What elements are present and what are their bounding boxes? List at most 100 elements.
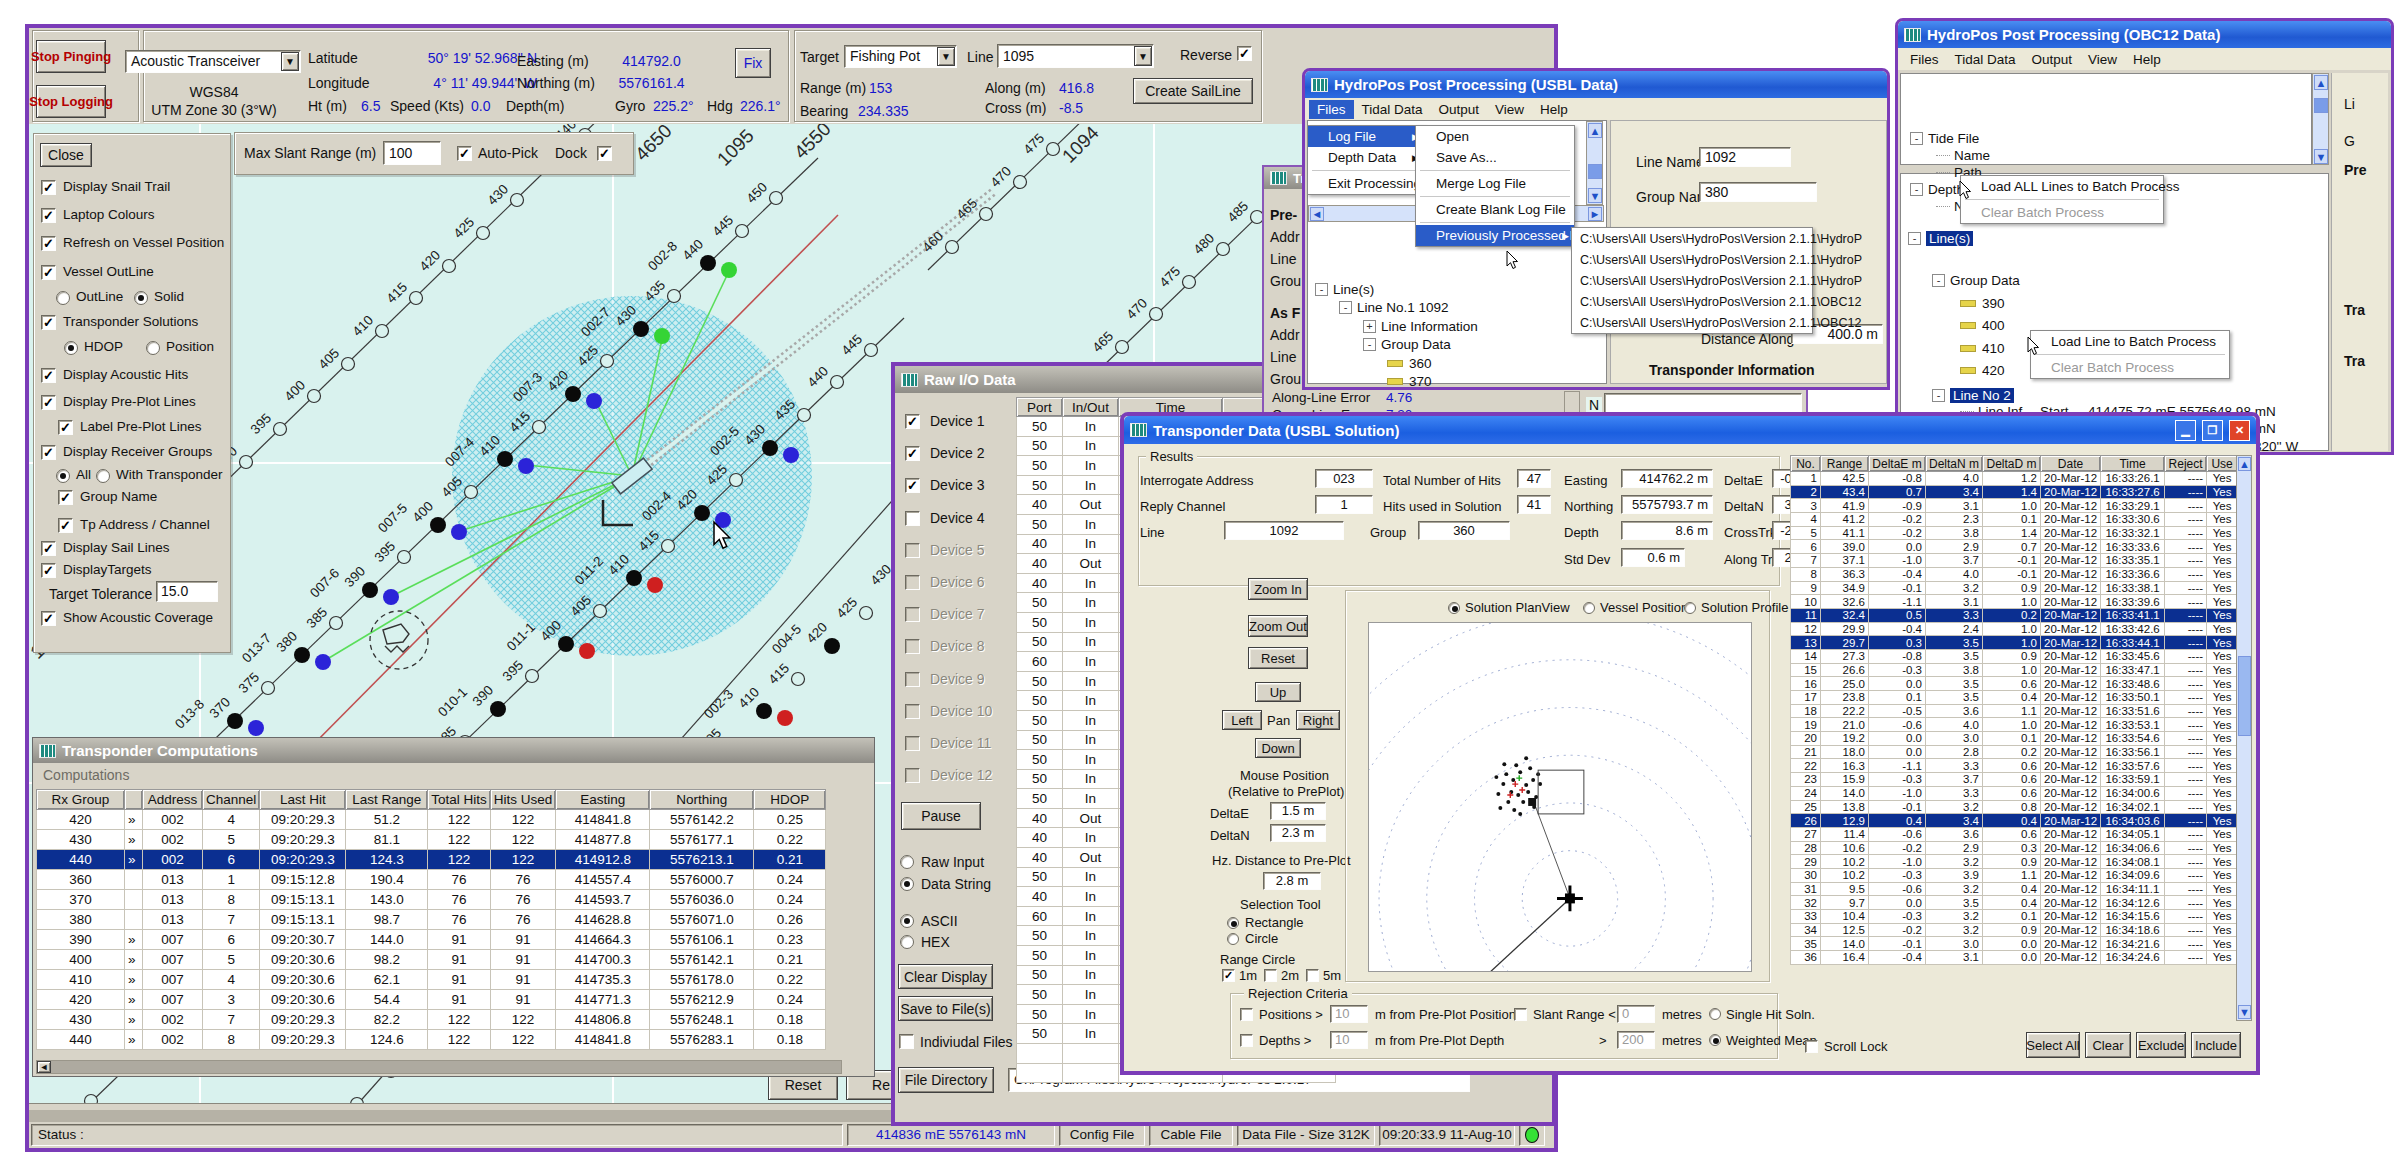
device-checkbox[interactable] [905,704,920,719]
scroll-lock-checkbox[interactable] [1805,1040,1818,1053]
table-row[interactable]: 1032.6-1.13.11.020-Mar-1216:33:39.6----Y… [1791,595,2238,609]
positions-checkbox[interactable] [1240,1008,1253,1021]
table-row[interactable]: 3514.0-0.13.00.020-Mar-1216:34:21.6----Y… [1791,937,2238,951]
recent-file-item[interactable]: C:\Users\All Users\HydroPos\Version 2.1.… [1572,312,1812,333]
table-row[interactable]: 420»007309:20:30.654.49191414771.3557621… [37,990,826,1010]
recent-file-item[interactable]: C:\Users\All Users\HydroPos\Version 2.1.… [1572,291,1812,312]
option-checkbox[interactable]: ✓ [41,395,56,410]
dock-checkbox[interactable]: ✓ [597,146,612,161]
hex-radio[interactable] [900,935,914,949]
table-row[interactable]: 2513.8-0.13.20.820-Mar-1216:34:02.1----Y… [1791,800,2238,814]
left-button[interactable]: Left [1222,710,1262,730]
maxslant-input[interactable]: 100 [383,141,441,165]
menu-item[interactable]: Files [1309,100,1354,119]
table-row[interactable]: 1526.6-0.33.81.020-Mar-1216:33:47.1----Y… [1791,663,2238,677]
depths-checkbox[interactable] [1240,1034,1253,1047]
tnh-value[interactable]: 47 [1517,469,1551,488]
menu-item[interactable]: Clear Batch Process [2031,357,2229,378]
hus-value[interactable]: 41 [1517,495,1551,514]
obc12-menubar[interactable]: FilesTidal DataOutputViewHelp [1898,48,2391,70]
recent-file-item[interactable]: C:\Users\All Users\HydroPos\Version 2.1.… [1572,249,1812,270]
logfile-menu[interactable]: OpenSave As...Merge Log FileCreate Blank… [1415,125,1575,247]
solution-profile-radio[interactable] [1684,602,1696,614]
table-row[interactable]: 1132.40.53.30.220-Mar-1216:33:41.1----Ye… [1791,608,2238,622]
table-row[interactable]: 3310.4-0.33.20.120-Mar-1216:34:15.6----Y… [1791,910,2238,924]
close-button[interactable]: Close [40,143,92,167]
computations-table[interactable]: Rx GroupAddressChannelLast HitLast Range… [36,789,826,1050]
table-row[interactable]: 3412.5-0.23.20.920-Mar-1216:34:18.6----Y… [1791,923,2238,937]
computations-menu[interactable]: Computations [43,767,129,783]
reset-view-button[interactable]: Reset [1248,647,1308,669]
menu-item[interactable]: View [2080,50,2125,69]
table-row[interactable]: 440»002609:20:29.3124.3122122414912.8557… [37,850,826,870]
device-checkbox[interactable] [905,607,920,622]
table-row[interactable]: 329.70.03.50.420-Mar-1216:34:12.6----Yes [1791,896,2238,910]
device-checkbox[interactable]: ✓ [905,414,920,429]
file-directory-button[interactable]: File Directory [898,1067,994,1093]
tree-item[interactable]: -Group Data [1363,336,1451,354]
table-row[interactable]: 1625.00.03.50.620-Mar-1216:33:48.6----Ye… [1791,677,2238,691]
single-hit-radio[interactable] [1709,1008,1721,1020]
option-radio[interactable] [134,291,148,305]
option-radio[interactable] [56,469,70,483]
usbl-menubar[interactable]: FilesTidal DataOutputViewHelp [1305,98,1887,120]
exclude-button[interactable]: Exclude [2136,1032,2186,1058]
autopick-checkbox[interactable]: ✓ [457,146,472,161]
option-radio[interactable] [56,291,70,305]
option-checkbox[interactable]: ✓ [58,518,73,533]
line-value[interactable]: 1092 [1224,521,1344,540]
paths-menu[interactable]: C:\Users\All Users\HydroPos\Version 2.1.… [1571,227,1813,334]
table-row[interactable]: 2019.20.03.00.120-Mar-1216:33:54.6----Ye… [1791,732,2238,746]
clear-display-button[interactable]: Clear Display [898,964,993,989]
tree-item[interactable]: 420 [1960,362,2005,380]
option-checkbox[interactable]: ✓ [41,445,56,460]
obc-context-menu-1[interactable]: Load ALL Lines to Batch ProcessClear Bat… [1960,175,2164,224]
table-row[interactable]: 243.40.73.41.420-Mar-1216:33:27.6----Yes [1791,485,2238,499]
table-row[interactable]: 319.5-0.63.20.420-Mar-1216:34:11.1----Ye… [1791,882,2238,896]
table-row[interactable]: 370013809:15:13.1143.07676414593.7557603… [37,890,826,910]
device-checkbox[interactable] [905,768,920,783]
tc-hscrollbar[interactable]: ◄ [36,1060,842,1074]
target-dropdown-icon[interactable]: ▼ [937,47,955,66]
menu-item[interactable]: Depth Data▶ [1308,147,1424,168]
menu-item[interactable]: Exit Processing [1308,173,1424,194]
device-checkbox[interactable] [905,543,920,558]
table-row[interactable]: 380013709:15:13.198.77676414628.85576071… [37,910,826,930]
option-checkbox[interactable]: ✓ [41,315,56,330]
menu-item[interactable]: Output [2024,50,2081,69]
option-radio[interactable] [64,341,78,355]
right-button[interactable]: Right [1296,710,1340,730]
slant-checkbox[interactable] [1514,1008,1527,1021]
tree-item[interactable]: -Tide File [1910,129,1979,147]
tree-item[interactable]: 410 [1960,339,2005,357]
table-row[interactable]: 737.1-1.03.7-0.120-Mar-1216:33:35.1----Y… [1791,554,2238,568]
close-button-sol[interactable]: ✕ [2229,420,2250,441]
menu-item[interactable]: Previously Processed Files▶ [1416,225,1574,246]
table-row[interactable]: 1822.2-0.53.61.120-Mar-1216:33:51.6----Y… [1791,704,2238,718]
table-row[interactable]: 441.2-0.22.30.120-Mar-1216:33:30.6----Ye… [1791,513,2238,527]
range-5m-checkbox[interactable] [1306,969,1319,982]
table-row[interactable]: 1723.80.13.50.420-Mar-1216:33:50.1----Ye… [1791,691,2238,705]
weighted-mean-radio[interactable] [1709,1034,1721,1046]
tree-item[interactable]: -Group Data [1932,271,2020,289]
menu-item[interactable]: Save As... [1416,147,1574,168]
recent-file-item[interactable]: C:\Users\All Users\HydroPos\Version 2.1.… [1572,228,1812,249]
option-checkbox[interactable]: ✓ [41,541,56,556]
table-row[interactable]: 390»007609:20:30.7144.09191414664.355761… [37,930,826,950]
pause-button[interactable]: Pause [901,802,981,830]
tree-item[interactable]: -Line(s) [1315,280,1374,298]
transceiver-select[interactable]: Acoustic Transceiver [125,50,301,73]
menu-item[interactable]: Log File▶ [1308,126,1424,147]
obc-vscroll[interactable]: ▲ ▼ [2312,73,2329,165]
menu-item[interactable]: Create Blank Log File [1416,199,1574,220]
menu-item[interactable]: Merge Log File [1416,173,1574,194]
up-button[interactable]: Up [1255,682,1301,702]
device-checkbox[interactable] [905,672,920,687]
maximize-button[interactable]: ❐ [2202,420,2223,441]
metres-value[interactable]: 200 [1617,1031,1655,1049]
tree-item[interactable]: +Line Information [1363,317,1478,335]
group-name-value[interactable]: 380 [1699,182,1817,202]
obc-context-menu-2[interactable]: Load Line to Batch ProcessClear Batch Pr… [2030,330,2230,379]
table-row[interactable]: 1229.9-0.42.41.020-Mar-1216:33:42.6----Y… [1791,622,2238,636]
table-row[interactable]: 639.00.02.90.720-Mar-1216:33:33.6----Yes [1791,540,2238,554]
